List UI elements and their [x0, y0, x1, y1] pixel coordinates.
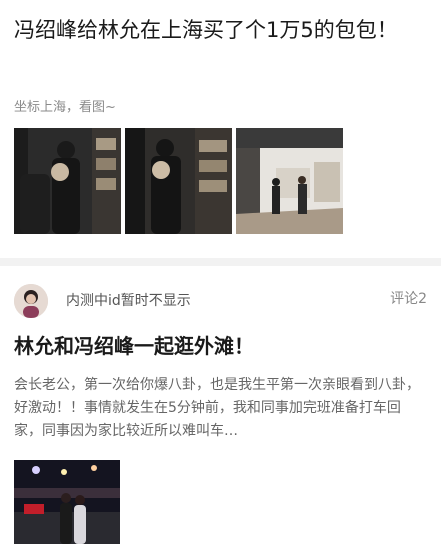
- post-photo[interactable]: [14, 460, 120, 544]
- post-photo-2[interactable]: [125, 128, 232, 234]
- post-photo-1[interactable]: [14, 128, 121, 234]
- post-photo-3[interactable]: [236, 128, 343, 234]
- user-avatar[interactable]: [14, 284, 48, 318]
- section-divider: [0, 258, 441, 266]
- post-title[interactable]: 冯绍峰给林允在上海买了个1万5的包包！: [14, 14, 414, 46]
- comment-count[interactable]: 评论2: [390, 288, 427, 308]
- post-card-2[interactable]: 内测中id暂时不显示 评论2 林允和冯绍峰一起逛外滩！ 会长老公，第一次给你爆八…: [0, 266, 441, 544]
- post-title[interactable]: 林允和冯绍峰一起逛外滩！: [14, 330, 254, 359]
- post-excerpt[interactable]: 会长老公，第一次给你爆八卦，也是我生平第一次亲眼看到八卦，好激动！！事情就发生在…: [14, 374, 424, 443]
- username[interactable]: 内测中id暂时不显示: [66, 290, 191, 310]
- post-subtitle: 坐标上海，看图~: [14, 100, 116, 115]
- post-card-1[interactable]: 冯绍峰给林允在上海买了个1万5的包包！ 坐标上海，看图~: [0, 0, 441, 258]
